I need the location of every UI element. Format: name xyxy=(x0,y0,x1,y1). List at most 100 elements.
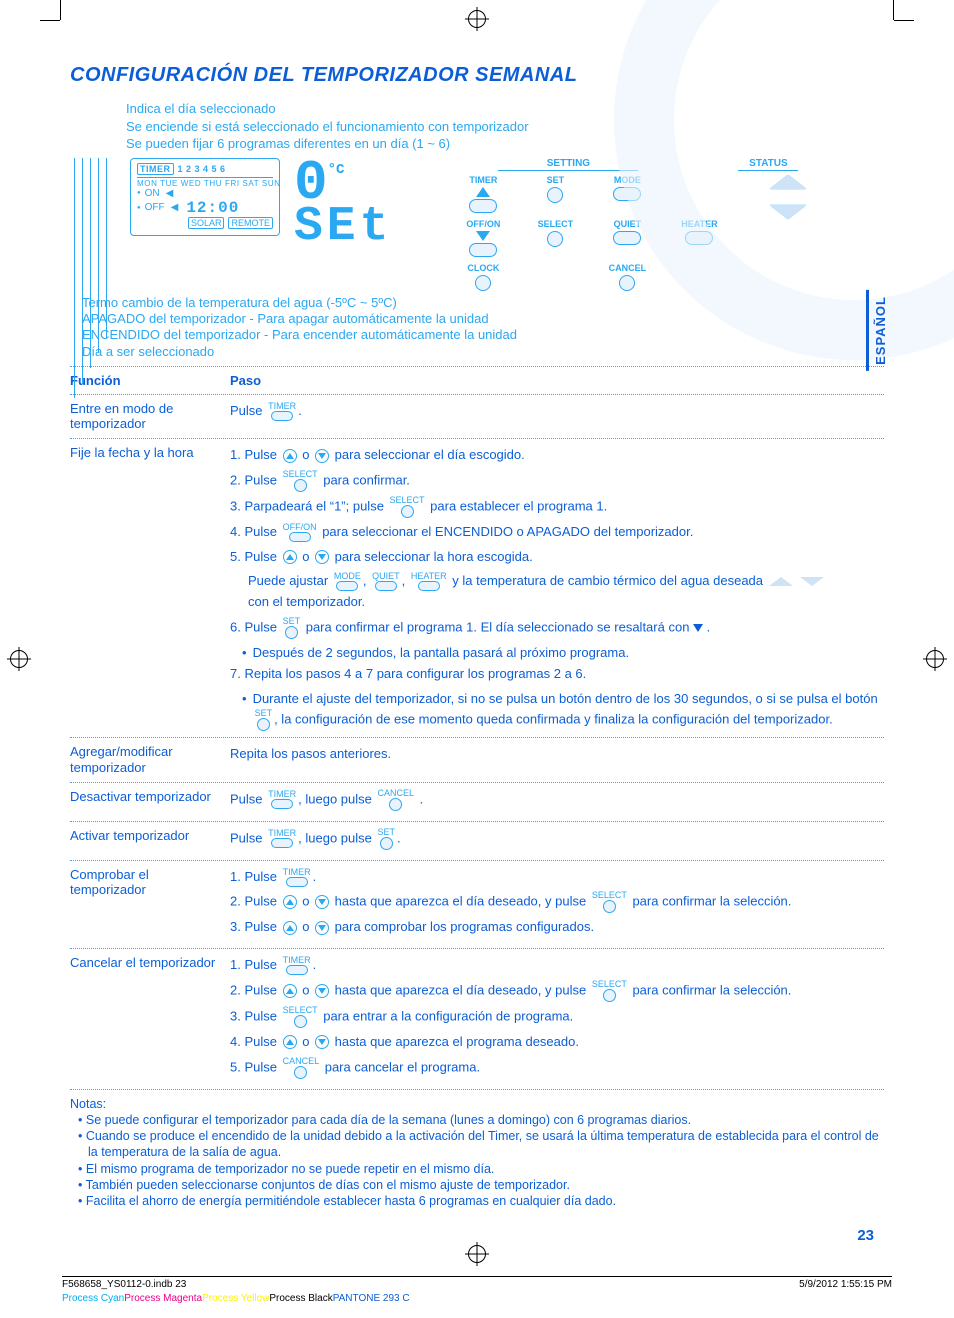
set-button-icon: SET xyxy=(377,828,395,850)
set-button-icon: SET xyxy=(283,617,301,639)
col-header-paso: Paso xyxy=(230,373,884,388)
up-big-icon xyxy=(769,577,793,586)
heater-button-icon: HEATER xyxy=(411,572,447,591)
up-icon xyxy=(283,895,297,909)
legend-text: Indica el día seleccionado xyxy=(126,101,884,117)
lcd-programs: 1 2 3 4 5 6 xyxy=(178,164,226,174)
timer-button-icon: TIMER xyxy=(283,956,311,975)
lcd-clock: 12:00 xyxy=(186,199,239,217)
select-button-icon: SELECT xyxy=(283,470,318,492)
mode-button-icon: MODE xyxy=(334,572,361,591)
footer-date: 5/9/2012 1:55:15 PM xyxy=(799,1279,892,1290)
btn-set[interactable]: SET xyxy=(524,175,586,213)
language-tab: ESPAÑOL xyxy=(866,290,892,371)
step-text: Repita los pasos anteriores. xyxy=(230,744,884,765)
note-item: Facilita el ahorro de energía permitiénd… xyxy=(88,1193,884,1209)
step-row: Entre en modo de temporizador Pulse TIME… xyxy=(70,401,884,432)
down-icon xyxy=(315,1035,329,1049)
legend-text: Se pueden fijar 6 programas diferentes e… xyxy=(126,136,884,152)
down-icon xyxy=(315,895,329,909)
lcd-big-set: SEt xyxy=(294,200,392,254)
func-label: Cancelar el temporizador xyxy=(70,955,230,1083)
legend-termo: Termo cambio de la temperatura del agua … xyxy=(82,295,884,311)
btn-timer[interactable]: TIMER xyxy=(452,175,514,213)
btn-select[interactable]: SELECT xyxy=(524,219,586,257)
legend-dia: Día a ser seleccionado xyxy=(82,344,884,360)
up-icon xyxy=(283,550,297,564)
print-footer: F568658_YS0112-0.indb 23 5/9/2012 1:55:1… xyxy=(62,1276,892,1290)
lcd-on-row: ON ◀ xyxy=(137,188,273,199)
lcd-days: MON TUE WED THU FRI SAT SUN xyxy=(137,177,273,188)
btn-quiet[interactable]: QUIET xyxy=(596,219,658,257)
set-button-icon: SET xyxy=(255,709,273,731)
select-button-icon: SELECT xyxy=(592,891,627,913)
divider xyxy=(70,394,884,395)
lcd-solar: SOLAR xyxy=(188,217,225,229)
cancel-button-icon: CANCEL xyxy=(283,1057,320,1079)
note-item: Se puede configurar el temporizador para… xyxy=(88,1112,884,1128)
btn-cancel[interactable]: CANCEL xyxy=(596,263,658,291)
lcd-remote: REMOTE xyxy=(228,217,273,229)
btn-offon[interactable]: OFF/ON xyxy=(452,219,514,257)
func-label: Fije la fecha y la hora xyxy=(70,445,230,731)
note-item: Cuando se produce el encendido de la uni… xyxy=(88,1128,884,1161)
func-label: Agregar/modificar temporizador xyxy=(70,744,230,775)
timer-button-icon: TIMER xyxy=(268,829,296,848)
diagram-block: Indica el día seleccionado Se enciende s… xyxy=(70,101,884,360)
bullet-text: Después de 2 segundos, la pantalla pasar… xyxy=(253,643,630,664)
btn-heater[interactable]: HEATER xyxy=(668,219,730,257)
registration-mark xyxy=(468,10,486,28)
select-button-icon: SELECT xyxy=(283,1006,318,1028)
remote-panel: SETTING STATUS TIMER SET MODE OFF/ON SEL… xyxy=(452,158,884,291)
btn-clock[interactable]: CLOCK xyxy=(452,263,514,291)
notes-block: Notas: Se puede configurar el temporizad… xyxy=(70,1096,884,1210)
panel-heading-setting: SETTING xyxy=(498,158,638,171)
down-icon xyxy=(315,449,329,463)
crop-mark xyxy=(894,20,914,21)
btn-mode[interactable]: MODE xyxy=(596,175,658,213)
notes-title: Notas: xyxy=(70,1096,884,1112)
divider xyxy=(70,366,884,367)
func-label: Entre en modo de temporizador xyxy=(70,401,230,432)
lcd-timer: TIMER xyxy=(137,163,174,175)
note-item: El mismo programa de temporizador no se … xyxy=(88,1161,884,1177)
panel-down-icon[interactable] xyxy=(770,205,806,219)
crop-mark xyxy=(40,20,60,21)
registration-mark xyxy=(926,650,944,668)
lcd-off-row: OFF ◀12:00 xyxy=(137,199,273,217)
crop-mark xyxy=(893,0,894,20)
select-button-icon: SELECT xyxy=(390,496,425,518)
func-label: Comprobar el temporizador xyxy=(70,867,230,943)
lcd-display: TIMER 1 2 3 4 5 6 MON TUE WED THU FRI SA… xyxy=(130,158,280,236)
registration-mark xyxy=(10,650,28,668)
up-icon xyxy=(283,921,297,935)
select-button-icon: SELECT xyxy=(592,980,627,1002)
bullet-text: Durante el ajuste del temporizador, si n… xyxy=(253,689,884,732)
up-icon xyxy=(283,984,297,998)
up-icon xyxy=(283,449,297,463)
timer-button-icon: TIMER xyxy=(283,868,311,887)
page-title: CONFIGURACIÓN DEL TEMPORIZADOR SEMANAL xyxy=(70,64,884,87)
legend-apagado: APAGADO del temporizador - Para apagar a… xyxy=(82,311,884,327)
func-label: Desactivar temporizador xyxy=(70,789,230,815)
panel-heading-status: STATUS xyxy=(738,158,798,171)
timer-button-icon: TIMER xyxy=(268,402,296,421)
page-number: 23 xyxy=(857,1227,874,1244)
down-icon xyxy=(315,921,329,935)
crop-mark xyxy=(60,0,61,20)
note-item: También pueden seleccionarse conjuntos d… xyxy=(88,1177,884,1193)
legend-encendido: ENCENDIDO del temporizador - Para encend… xyxy=(82,327,884,343)
cancel-button-icon: CANCEL xyxy=(377,789,414,811)
down-icon xyxy=(315,550,329,564)
process-colors: Process CyanProcess MagentaProcess Yello… xyxy=(62,1293,410,1304)
registration-mark xyxy=(468,1245,486,1263)
down-icon xyxy=(315,984,329,998)
down-triangle-icon xyxy=(693,624,703,632)
up-icon xyxy=(283,1035,297,1049)
step-row: Fije la fecha y la hora 1. Pulse o para … xyxy=(70,445,884,731)
legend-text: Se enciende si está seleccionado el func… xyxy=(126,119,884,135)
offon-button-icon: OFF/ON xyxy=(283,523,317,542)
footer-file: F568658_YS0112-0.indb 23 xyxy=(62,1279,186,1290)
panel-up-icon[interactable] xyxy=(770,175,806,189)
func-label: Activar temporizador xyxy=(70,828,230,854)
